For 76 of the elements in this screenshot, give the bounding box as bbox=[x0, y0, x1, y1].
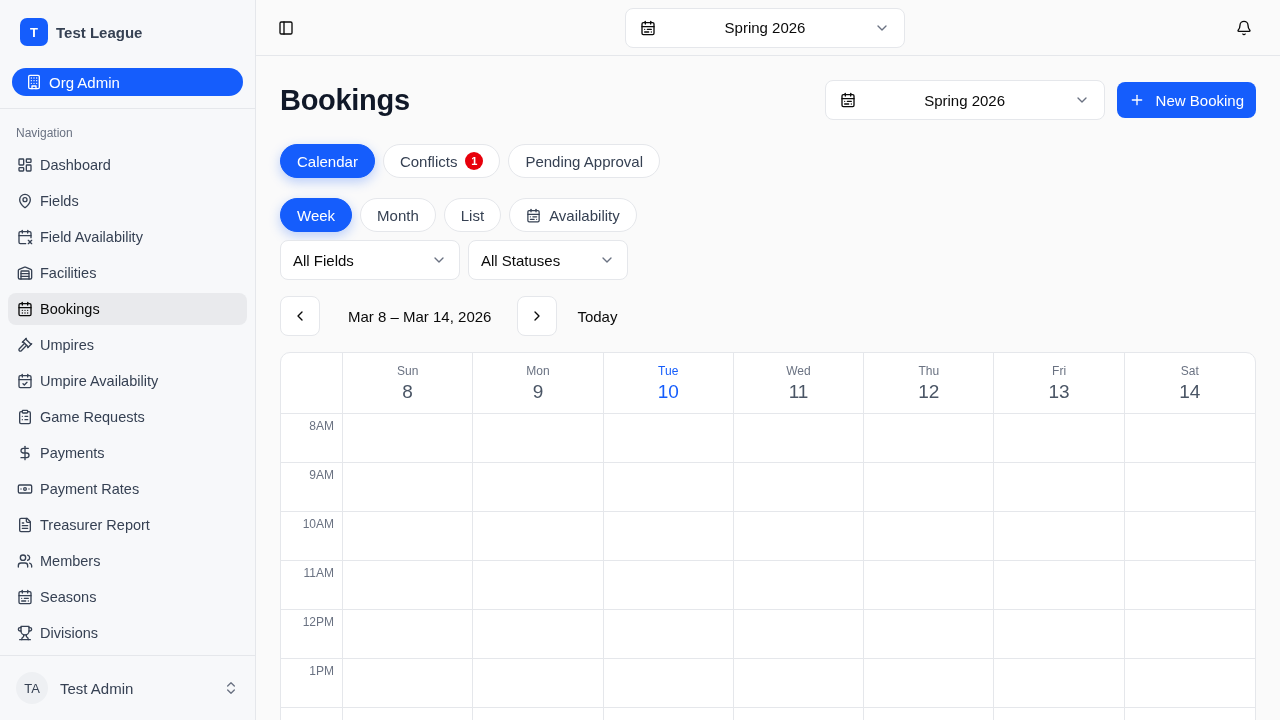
tab[interactable]: Calendar bbox=[280, 144, 375, 178]
nav-item[interactable]: Fields bbox=[8, 185, 247, 217]
weekday-label: Thu bbox=[918, 363, 940, 378]
trophy-icon bbox=[17, 625, 33, 641]
calendar-icon bbox=[640, 19, 656, 36]
time-label: 8AM bbox=[309, 419, 334, 433]
weekday-label: Wed bbox=[786, 363, 811, 378]
gavel-icon bbox=[17, 337, 33, 353]
weekday-label: Tue bbox=[658, 363, 679, 378]
day-number: 8 bbox=[402, 380, 413, 403]
league-name: Test League bbox=[56, 23, 143, 41]
nav-item[interactable]: Members bbox=[8, 545, 247, 577]
weekday-label: Sun bbox=[396, 363, 419, 378]
weekday-label: Mon bbox=[526, 363, 550, 378]
day-number: 9 bbox=[532, 380, 544, 403]
clipboard-icon bbox=[17, 409, 33, 425]
nav-item[interactable]: Umpire Availability bbox=[8, 365, 247, 397]
bell-icon bbox=[1236, 19, 1252, 36]
calendar-x-icon bbox=[17, 229, 33, 245]
time-label: 11AM bbox=[303, 566, 334, 580]
date-range: Mar 8 – Mar 14, 2026 bbox=[348, 307, 492, 325]
nav-item[interactable]: Bookings bbox=[8, 293, 247, 325]
filter-select[interactable]: All Fields bbox=[280, 240, 460, 280]
time-label: 1PM bbox=[309, 664, 334, 678]
time-label: 9AM bbox=[309, 468, 334, 482]
nav-item[interactable]: Treasurer Report bbox=[8, 509, 247, 541]
day-number: 13 bbox=[1048, 380, 1070, 403]
view-toggle[interactable]: List bbox=[443, 198, 502, 232]
new-booking-button[interactable]: New Booking bbox=[1116, 82, 1256, 118]
calendar-icon bbox=[17, 301, 33, 317]
calendar-icon bbox=[17, 589, 33, 605]
dollar-icon bbox=[17, 445, 33, 461]
nav-item[interactable]: Facilities bbox=[8, 257, 247, 289]
nav-item[interactable]: Game Requests bbox=[8, 401, 247, 433]
view-toggle[interactable]: Week bbox=[280, 198, 353, 232]
page-title: Bookings bbox=[280, 83, 410, 117]
nav-item[interactable]: Payments bbox=[8, 437, 247, 469]
tab[interactable]: Conflicts 1 bbox=[382, 144, 501, 178]
nav-section-label: Navigation bbox=[16, 125, 73, 141]
nav-item[interactable]: Dashboard bbox=[8, 149, 247, 181]
nav-item[interactable]: Payment Rates bbox=[8, 473, 247, 505]
today-button[interactable]: Today bbox=[565, 296, 630, 336]
calendar-check-icon bbox=[17, 373, 33, 389]
role-button[interactable]: Org Admin bbox=[12, 68, 243, 96]
time-label: 10AM bbox=[302, 517, 334, 531]
league-logo: T bbox=[20, 18, 48, 46]
day-number: 12 bbox=[918, 380, 940, 403]
conflict-count: 1 bbox=[465, 152, 484, 170]
user-menu-button[interactable]: TA Test Admin bbox=[8, 672, 247, 704]
user-avatar: TA bbox=[16, 672, 48, 704]
nav-item[interactable]: Divisions bbox=[8, 617, 247, 649]
day-number: 11 bbox=[788, 380, 809, 403]
banknote-icon bbox=[17, 481, 33, 497]
map-pin-icon bbox=[17, 193, 33, 209]
nav-item[interactable]: Umpires bbox=[8, 329, 247, 361]
day-number: 14 bbox=[1179, 380, 1201, 403]
building-icon bbox=[26, 74, 42, 90]
panel-left-icon bbox=[278, 19, 294, 36]
weekday-label: Fri bbox=[1052, 363, 1067, 378]
view-toggle[interactable]: Availability bbox=[509, 198, 637, 232]
nav-item[interactable]: Field Availability bbox=[8, 221, 247, 253]
grid-icon bbox=[17, 157, 33, 173]
season-select[interactable]: Spring 2026 bbox=[625, 7, 905, 48]
day-number: 10 bbox=[657, 380, 679, 403]
tab[interactable]: Pending Approval bbox=[508, 144, 660, 178]
calendar-icon bbox=[839, 92, 856, 108]
document-icon bbox=[17, 517, 33, 533]
time-label: 12PM bbox=[302, 615, 334, 629]
nav-item[interactable]: Seasons bbox=[8, 581, 247, 613]
season-select[interactable]: Spring 2026 bbox=[824, 80, 1105, 120]
weekday-label: Sat bbox=[1180, 363, 1199, 378]
users-icon bbox=[17, 553, 33, 569]
view-toggle[interactable]: Month bbox=[360, 198, 436, 232]
calendar-icon bbox=[526, 207, 542, 223]
filter-select[interactable]: All Statuses bbox=[468, 240, 628, 280]
warehouse-icon bbox=[17, 265, 33, 281]
